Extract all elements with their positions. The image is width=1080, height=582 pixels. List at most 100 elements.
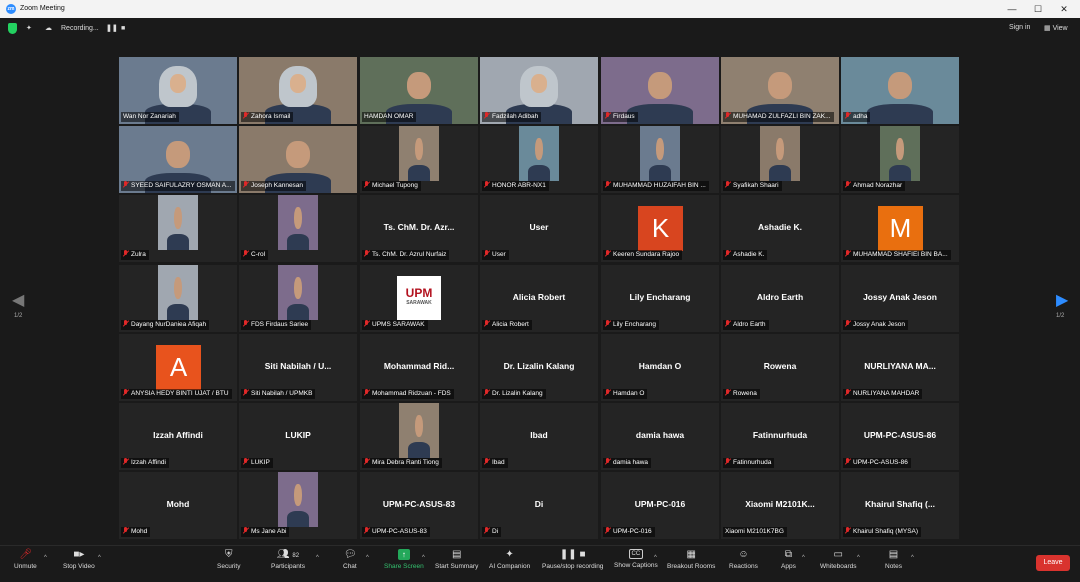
chat-caret-icon[interactable]: ^ (366, 555, 369, 561)
notes-button[interactable]: ▤ Notes (885, 549, 902, 570)
participants-caret-icon[interactable]: ^ (316, 555, 319, 561)
participant-tile[interactable]: Lily Encharang Lily Encharang (601, 265, 719, 332)
participant-tile[interactable]: LUKIP LUKIP (239, 403, 357, 470)
previous-page-arrow-icon[interactable]: ◀ (12, 290, 24, 310)
stop-recording-icon[interactable]: ■ (121, 23, 125, 35)
whiteboards-caret-icon[interactable]: ^ (857, 555, 860, 561)
minimize-button[interactable]: — (1000, 2, 1024, 16)
whiteboards-button[interactable]: ▭ Whiteboards (820, 549, 857, 570)
security-button[interactable]: ⛨ Security (217, 549, 240, 570)
participant-tile[interactable]: NURLIYANA MA... NURLIYANA MAHDAR (841, 334, 959, 401)
participant-tile[interactable]: Fadzilah Adibah (480, 57, 598, 124)
participant-tile[interactable]: Zulra (119, 195, 237, 262)
reactions-button[interactable]: ☺ Reactions (729, 549, 758, 570)
participant-tile[interactable]: Syafikah Shaari (721, 126, 839, 193)
ai-companion-button[interactable]: ✦ AI Companion (489, 549, 530, 570)
participant-tile[interactable]: Dayang NurDaniea Afiqah (119, 265, 237, 332)
participant-tile[interactable]: FDS Firdaus Sariee (239, 265, 357, 332)
participant-photo (158, 265, 198, 320)
participant-avatar: K (638, 206, 683, 251)
maximize-button[interactable]: ☐ (1026, 2, 1050, 16)
participant-tile[interactable]: MUHAMMAD HUZAIFAH BIN ... (601, 126, 719, 193)
apps-caret-icon[interactable]: ^ (802, 555, 805, 561)
muted-mic-icon (725, 250, 730, 257)
apps-button[interactable]: ⧉ Apps (781, 549, 796, 570)
participant-tile[interactable]: Ibad Ibad (480, 403, 598, 470)
show-captions-button[interactable]: CC Show Captions (614, 549, 658, 569)
close-button[interactable]: ✕ (1052, 2, 1076, 16)
participant-tile[interactable]: Mohd Mohd (119, 472, 237, 539)
participant-tile[interactable]: HAMDAN OMAR (360, 57, 478, 124)
participant-tile[interactable]: UPM-PC-ASUS-83 UPM-PC-ASUS-83 (360, 472, 478, 539)
muted-mic-icon (123, 458, 128, 465)
participant-name-tag: Hamdan O (603, 389, 648, 399)
view-button[interactable]: ▦ View (1044, 24, 1068, 32)
participant-tile[interactable]: C-rol (239, 195, 357, 262)
participant-name: Ts. ChM. Dr. Azrul Nurfaiz (372, 251, 447, 258)
participant-tile[interactable]: K Keeren Sundara Rajoo (601, 195, 719, 262)
participant-tile[interactable]: Ms Jane Abi (239, 472, 357, 539)
participant-name-tag: Izzah Affindi (121, 458, 169, 468)
captions-caret-icon[interactable]: ^ (654, 555, 657, 561)
pause-stop-recording-button[interactable]: ❚❚ ■ Pause/stop recording (542, 549, 603, 570)
apps-icon: ⧉ (784, 549, 792, 560)
participant-tile[interactable]: Joseph Kannesan (239, 126, 357, 193)
participant-tile[interactable]: UPM-PC-ASUS-86 UPM-PC-ASUS-86 (841, 403, 959, 470)
security-shield-icon[interactable] (8, 23, 17, 34)
participant-tile[interactable]: Firdaus (601, 57, 719, 124)
participant-tile[interactable]: Xiaomi M2101K... Xiaomi M2101K7BG (721, 472, 839, 539)
audio-options-caret-icon[interactable]: ^ (44, 555, 47, 561)
next-page-arrow-icon[interactable]: ▶ (1056, 290, 1068, 310)
video-camera-icon: ■▸ (73, 549, 85, 560)
participant-tile[interactable]: MUHAMAD ZULFAZLI BIN ZAK... (721, 57, 839, 124)
notes-caret-icon[interactable]: ^ (911, 555, 914, 561)
participant-tile[interactable]: Khairul Shafiq (... Khairul Shafiq (MYSA) (841, 472, 959, 539)
participant-name-tag: Khairul Shafiq (MYSA) (843, 527, 922, 537)
participant-tile[interactable]: Michael Tupong (360, 126, 478, 193)
participant-tile[interactable]: Izzah Affindi Izzah Affindi (119, 403, 237, 470)
participant-tile[interactable]: Wan Nor Zanariah (119, 57, 237, 124)
participant-name: MUHAMMAD SHAFIEI BIN BA... (853, 251, 948, 258)
participant-tile[interactable]: Zahora Ismail (239, 57, 357, 124)
unmute-button[interactable]: 🎤︎ Unmute (14, 549, 37, 570)
participant-tile[interactable]: Mohammad Rid... Mohammad Ridzuan - FDS (360, 334, 478, 401)
participant-name: Syafikah Shaari (733, 182, 779, 189)
participant-tile[interactable]: UPM-PC-016 UPM-PC-016 (601, 472, 719, 539)
participant-tile[interactable]: Jossy Anak Jeson Jossy Anak Jeson (841, 265, 959, 332)
participant-tile[interactable]: Alicia Robert Alicia Robert (480, 265, 598, 332)
pause-recording-icon[interactable]: ❚❚ (106, 23, 118, 35)
chat-button[interactable]: 💬︎ Chat (343, 549, 357, 570)
breakout-rooms-button[interactable]: ▦ Breakout Rooms (667, 549, 715, 570)
participant-tile[interactable]: adha (841, 57, 959, 124)
share-caret-icon[interactable]: ^ (422, 555, 425, 561)
participant-tile[interactable]: UPM SARAWAK UPMS SARAWAK (360, 265, 478, 332)
participant-tile[interactable]: Fatinnurhuda Fatinnurhuda (721, 403, 839, 470)
leave-button[interactable]: Leave (1036, 555, 1070, 571)
participant-tile[interactable]: Ts. ChM. Dr. Azr... Ts. ChM. Dr. Azrul Nu… (360, 195, 478, 262)
participant-tile[interactable]: Ahmad Norazhar (841, 126, 959, 193)
zoom-logo-icon: zm (6, 4, 16, 14)
participant-tile[interactable]: A ANYSIA HEDY BINTI UJAT / BTU (119, 334, 237, 401)
participant-tile[interactable]: SYEED SAIFULAZRY OSMAN A... (119, 126, 237, 193)
stop-video-button[interactable]: ■▸ Stop Video (63, 549, 95, 570)
participant-tile[interactable]: User User (480, 195, 598, 262)
participant-tile[interactable]: Rowena Rowena (721, 334, 839, 401)
participant-tile[interactable]: Siti Nabilah / U... Siti Nabilah / UPMKB (239, 334, 357, 401)
participant-name-tag: Joseph Kannesan (241, 181, 307, 191)
participant-tile[interactable]: M MUHAMMAD SHAFIEI BIN BA... (841, 195, 959, 262)
start-summary-button[interactable]: ▤ Start Summary (435, 549, 478, 570)
sign-in-link[interactable]: Sign in (1009, 24, 1030, 31)
participant-tile[interactable]: damia hawa damia hawa (601, 403, 719, 470)
participant-tile[interactable]: HONOR ABR-NX1 (480, 126, 598, 193)
share-screen-button[interactable]: ↑ Share Screen (384, 549, 424, 570)
participants-button[interactable]: 👥︎ 82 Participants (271, 549, 305, 570)
participant-tile[interactable]: Ashadie K. Ashadie K. (721, 195, 839, 262)
participant-name-tag: Ahmad Norazhar (843, 181, 906, 191)
participant-tile[interactable]: Hamdan O Hamdan O (601, 334, 719, 401)
sparkle-icon[interactable]: ✦ (26, 23, 32, 35)
participant-tile[interactable]: Aldro Earth Aldro Earth (721, 265, 839, 332)
participant-tile[interactable]: Mira Debra Ranti Tiong (360, 403, 478, 470)
participant-tile[interactable]: Di Di (480, 472, 598, 539)
video-options-caret-icon[interactable]: ^ (98, 555, 101, 561)
participant-tile[interactable]: Dr. Lizalin Kalang Dr. Lizalin Kalang (480, 334, 598, 401)
